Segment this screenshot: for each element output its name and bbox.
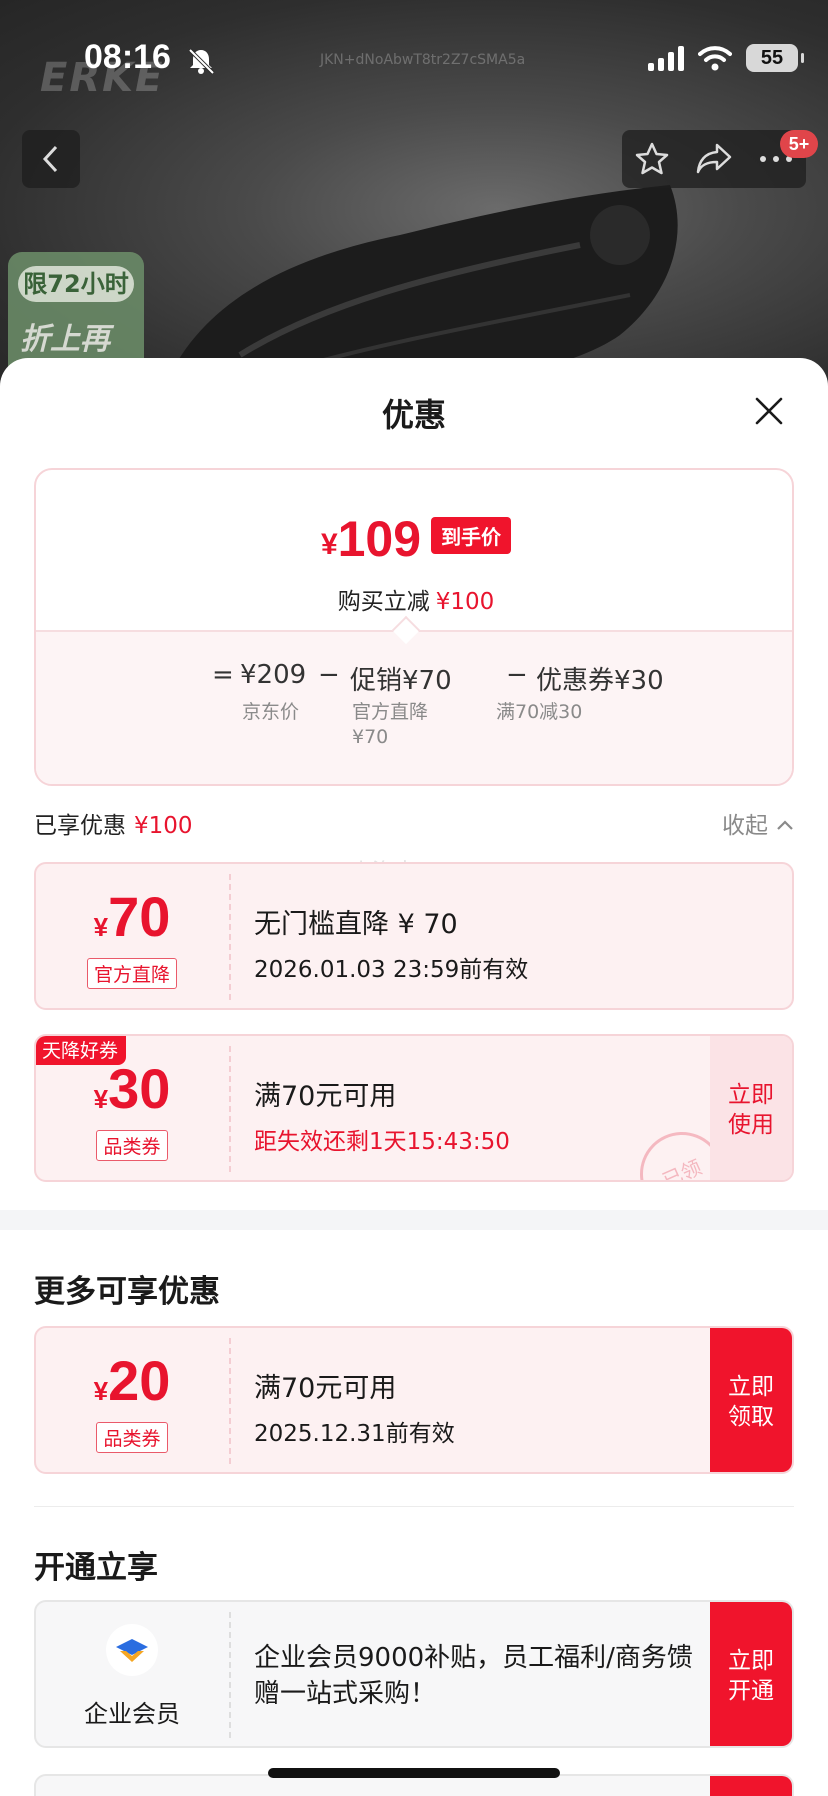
final-price-value: 109 [337, 511, 422, 567]
signal-icon [648, 45, 684, 71]
sheet-title: 优惠 [381, 396, 446, 434]
divider [34, 1506, 794, 1507]
coupon-amount: ¥20 [93, 1349, 171, 1412]
final-price-tag: 到手价 [431, 517, 512, 554]
base-price-label: 京东价 [242, 701, 300, 723]
collapse-label: 收起 [722, 813, 768, 839]
enterprise-member-card: 企业会员 企业会员9000补贴，员工福利/商务馈赠一站式采购！ 立即 开通 [34, 1600, 794, 1748]
chevron-left-icon [42, 145, 58, 173]
discount-sheet: 优惠 ¥109 到手价 购买立减 ¥100 = ¥209 − 促销¥70 − 优惠券… [0, 358, 828, 1796]
wifi-icon [698, 46, 732, 71]
coupon-title: 无门槛直降 ¥ 70 [254, 909, 458, 940]
enterprise-member-icon [106, 1624, 158, 1676]
home-indicator [268, 1768, 560, 1778]
product-hero-dimmed: ERKE JKN+dNoAbwT8tr2Z7cSMA5a 08:16 55 5+… [0, 0, 828, 380]
coupon-validity: 2026.01.03 23:59前有效 [254, 957, 529, 983]
reduce-amount: ¥100 [435, 589, 495, 615]
close-icon[interactable] [754, 396, 784, 426]
coupon-ribbon: 天降好券 [36, 1036, 127, 1065]
claim-now-button[interactable]: 立即 领取 [710, 1328, 792, 1472]
coupon-category-30: ¥30 品类券 满70元可用 距失效还剩1天15:43:50 已领 立即 使用 … [34, 1034, 794, 1182]
watermark-text: JKN+dNoAbwT8tr2Z7cSMA5a [320, 52, 526, 68]
minus-sign: − [318, 660, 340, 690]
currency-symbol: ¥ [320, 528, 338, 561]
enjoyed-discount-row: 已享优惠 ¥100 收起 [34, 806, 794, 839]
coupon-title: 满70元可用 [254, 1373, 397, 1404]
chevron-up-icon [777, 820, 793, 830]
open-now-button[interactable]: 立即 开通 [710, 1602, 792, 1746]
top-action-group [622, 130, 806, 188]
coupon-amount: ¥70 [93, 885, 171, 948]
enterprise-member-desc: 企业会员9000补贴，员工福利/商务馈赠一站式采购！ [254, 1643, 693, 1709]
promo-value: 促销¥70 [350, 666, 452, 696]
price-summary-card: ¥109 到手价 购买立减 ¥100 = ¥209 − 促销¥70 − 优惠券¥30… [34, 468, 794, 786]
reduce-label: 购买立减 [337, 589, 430, 615]
enjoyed-amount: ¥100 [134, 813, 193, 839]
cart-badge: 5+ [780, 130, 818, 158]
promo-tag-line1: 限72小时 [18, 266, 134, 302]
open-to-enjoy-title: 开通立享 [34, 1550, 158, 1586]
coupon-title: 满70元可用 [254, 1081, 397, 1112]
coupon-official-discount: ¥70 官方直降 无门槛直降 ¥ 70 2026.01.03 23:59前有效 [34, 862, 794, 1010]
minus-sign: − [506, 660, 528, 690]
equals-sign: = [212, 660, 234, 690]
coupon-kind-badge: 官方直降 [86, 958, 177, 989]
coupon-label: 满70减30 [496, 701, 583, 723]
final-price: ¥109 到手价 [36, 510, 792, 568]
star-icon[interactable] [634, 141, 670, 177]
share-icon[interactable] [695, 142, 733, 176]
coupon-kind-badge: 品类券 [96, 1422, 168, 1453]
more-discounts-title: 更多可享优惠 [34, 1274, 220, 1310]
promo-tag-line2: 折上再 [20, 322, 110, 357]
coupon-amount: ¥30 [93, 1057, 171, 1120]
coupon-value: 优惠券¥30 [536, 666, 664, 696]
enjoyed-label: 已享优惠 [34, 813, 126, 839]
status-time: 08:16 [84, 38, 171, 76]
collapse-toggle[interactable]: 收起 [722, 806, 794, 840]
coupon-kind-badge: 品类券 [96, 1130, 168, 1161]
shoe-image [170, 185, 678, 380]
battery-icon: 55 [746, 44, 804, 72]
use-now-button[interactable]: 立即 使用 [710, 1036, 792, 1180]
coupon-countdown: 距失效还剩1天15:43:50 [254, 1129, 510, 1155]
back-button[interactable] [22, 130, 80, 188]
coupon-category-20: ¥20 品类券 满70元可用 2025.12.31前有效 立即 领取 [34, 1326, 794, 1474]
base-price: ¥209 [240, 660, 307, 690]
section-separator [0, 1210, 828, 1230]
bell-off-icon [188, 48, 215, 75]
coupon-validity: 2025.12.31前有效 [254, 1421, 455, 1447]
reduce-line: 购买立减 ¥100 [36, 582, 792, 616]
enterprise-member-label: 企业会员 [84, 1700, 180, 1728]
promo-label: 官方直降 ¥70 [352, 701, 429, 748]
